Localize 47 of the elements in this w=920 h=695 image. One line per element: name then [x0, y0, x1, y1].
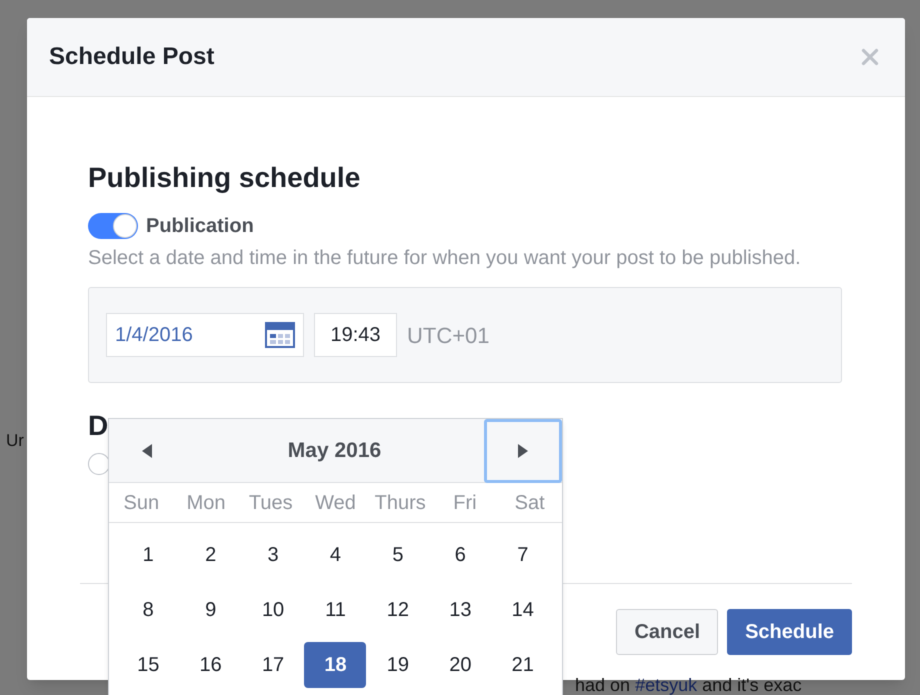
time-field[interactable]: 19:43	[314, 313, 397, 357]
dialog-title: Schedule Post	[49, 42, 214, 72]
section-title: Publishing schedule	[88, 161, 362, 195]
weekday-label: Mon	[186, 490, 227, 516]
calendar-day[interactable]: 20	[429, 642, 492, 688]
next-month-button[interactable]	[484, 418, 562, 482]
description-text: Select a date and time in the future for when you want your post to be published.	[88, 246, 802, 271]
weekday-label: Wed	[314, 490, 357, 516]
calendar-day[interactable]: 11	[304, 587, 366, 633]
calendar-day[interactable]: 14	[492, 587, 554, 633]
calendar-day[interactable]: 2	[180, 532, 242, 578]
calendar-day[interactable]: 3	[242, 532, 304, 578]
right-arrow-icon	[517, 442, 529, 458]
background-text: had on #etsyuk and it's exac	[575, 676, 802, 695]
radio-button[interactable]	[88, 453, 110, 475]
calendar-day[interactable]: 19	[366, 642, 429, 688]
calendar-day[interactable]: 7	[492, 532, 554, 578]
toggle-label: Publication	[146, 214, 254, 239]
calendar-day[interactable]: 21	[492, 642, 554, 688]
timezone-label: UTC+01	[407, 322, 490, 350]
calendar-day[interactable]: 13	[429, 587, 492, 633]
schedule-button[interactable]: Schedule	[727, 609, 852, 655]
left-arrow-icon	[141, 442, 153, 458]
toggle-switch[interactable]	[88, 213, 138, 239]
calendar-day[interactable]: 10	[242, 587, 304, 633]
calendar-day[interactable]: 6	[429, 532, 492, 578]
weekday-label: Sat	[514, 490, 546, 516]
background-text: Ur	[6, 430, 24, 452]
calendar-day[interactable]: 8	[117, 587, 180, 633]
calendar-day[interactable]: 18	[304, 642, 366, 688]
calendar-day[interactable]: 4	[304, 532, 366, 578]
date-field[interactable]: 1/4/2016	[106, 313, 304, 357]
weekday-label: Sun	[122, 490, 160, 516]
calendar-day[interactable]: 17	[242, 642, 304, 688]
calendar-day[interactable]: 12	[366, 587, 429, 633]
calendar-day[interactable]: 9	[180, 587, 242, 633]
section-title: D	[88, 409, 110, 443]
calendar-day[interactable]: 1	[117, 532, 180, 578]
weekday-label: Fri	[452, 490, 478, 516]
calendar-day[interactable]: 15	[117, 642, 180, 688]
calendar-day[interactable]: 5	[366, 532, 429, 578]
calendar-icon[interactable]	[265, 322, 295, 348]
weekday-label: Tues	[248, 490, 294, 516]
month-title: May 2016	[288, 438, 382, 464]
calendar-day[interactable]: 16	[180, 642, 242, 688]
weekday-label: Thurs	[374, 490, 427, 516]
cancel-button[interactable]: Cancel	[616, 609, 718, 655]
